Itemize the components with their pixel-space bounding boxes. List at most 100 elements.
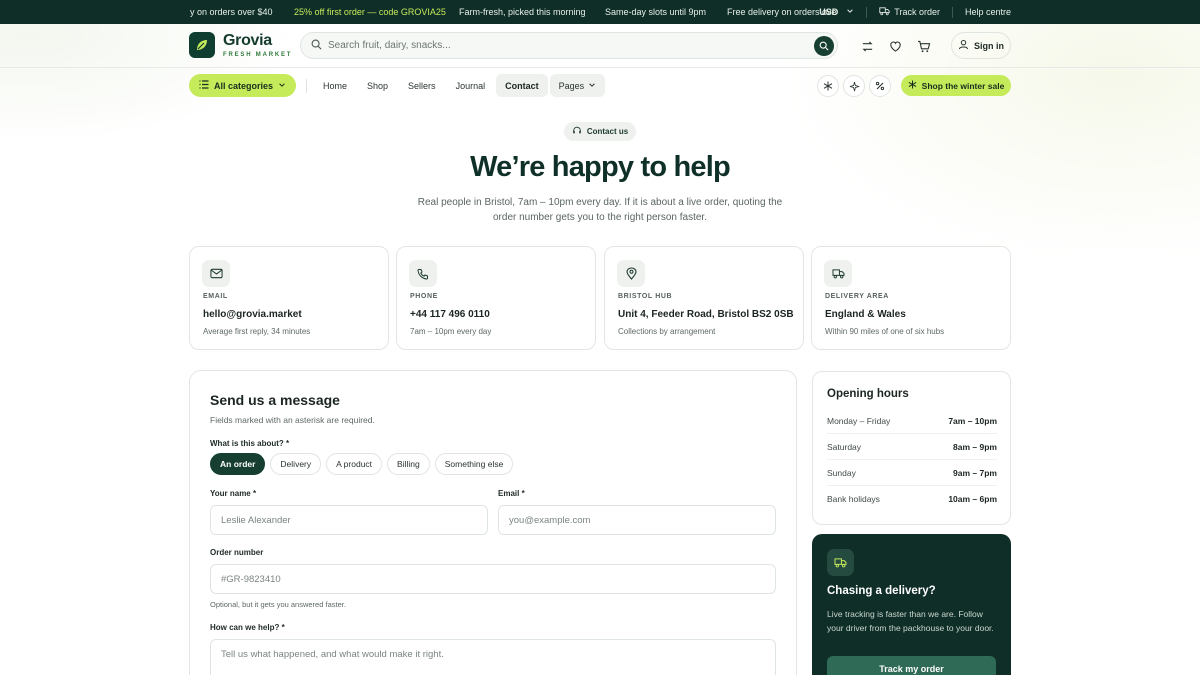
- card-value: England & Wales: [825, 309, 906, 320]
- map-pin-icon: [617, 260, 645, 287]
- track-order-link[interactable]: Track order: [867, 6, 952, 18]
- nav-link-shop[interactable]: Shop: [358, 74, 397, 97]
- menu-icon: [199, 80, 209, 91]
- topic-chip-product[interactable]: A product: [326, 453, 383, 475]
- chevron-down-icon: [278, 81, 286, 91]
- chevron-down-icon: [588, 81, 596, 91]
- name-field: [210, 505, 488, 535]
- promo-farm-fresh: Farm-fresh, picked this morning: [459, 7, 586, 17]
- email-input[interactable]: [509, 514, 775, 526]
- topic-chip-order[interactable]: An order: [210, 453, 266, 475]
- track-order-label: Track order: [894, 7, 940, 17]
- search-bar: [300, 32, 838, 59]
- hours-day: Bank holidays: [827, 494, 880, 504]
- snowflake-icon[interactable]: [817, 75, 839, 97]
- hours-time: 7am – 10pm: [948, 415, 997, 426]
- page-title: We’re happy to help: [470, 151, 731, 183]
- all-categories-label: All categories: [213, 80, 274, 91]
- delivery-help-body: Live tracking is faster than we are. Fol…: [827, 609, 994, 633]
- track-my-order-button[interactable]: Track my order: [827, 656, 996, 675]
- card-note: Collections by arrangement: [618, 327, 716, 336]
- leaf-icon: [189, 32, 215, 58]
- sparkle-icon[interactable]: [843, 75, 865, 97]
- contact-card-delivery-area[interactable]: DELIVERY AREA England & Wales Within 90 …: [811, 246, 1011, 350]
- truck-icon: [824, 260, 852, 287]
- hours-row: Saturday 8am – 9pm: [827, 434, 997, 460]
- card-note: Average first reply, 34 minutes: [203, 327, 311, 336]
- contact-eyebrow-badge: Contact us: [564, 122, 636, 141]
- help-label: How can we help? *: [210, 623, 285, 632]
- card-value: +44 117 496 0110: [410, 309, 490, 320]
- hours-time: 9am – 7pm: [953, 467, 997, 478]
- help-centre-link[interactable]: Help centre: [953, 7, 1011, 17]
- form-title: Send us a message: [210, 392, 340, 408]
- heart-icon[interactable]: [886, 37, 904, 55]
- nav-link-pages-label: Pages: [558, 80, 585, 91]
- help-centre-label: Help centre: [964, 7, 1011, 17]
- currency-selector[interactable]: USD: [807, 7, 866, 17]
- contact-card-phone[interactable]: PHONE +44 117 496 0110 7am – 10pm every …: [396, 246, 596, 350]
- nav-link-home[interactable]: Home: [314, 74, 356, 97]
- topic-chip-delivery[interactable]: Delivery: [270, 453, 322, 475]
- search-input[interactable]: [328, 40, 798, 51]
- hours-time: 10am – 6pm: [948, 494, 997, 504]
- nav-link-sellers[interactable]: Sellers: [399, 74, 445, 97]
- all-categories-button[interactable]: All categories: [189, 74, 296, 97]
- nav-link-journal[interactable]: Journal: [447, 74, 495, 97]
- email-field: [498, 505, 776, 535]
- winter-sale-button[interactable]: Shop the winter sale: [901, 75, 1011, 96]
- page-subtitle: Real people in Bristol, 7am – 10pm every…: [417, 197, 783, 223]
- order-number-input[interactable]: [221, 573, 775, 585]
- opening-hours-card: Opening hours Monday – Friday 7am – 10pm…: [812, 371, 1011, 525]
- hours-row: Sunday 9am – 7pm: [827, 460, 997, 486]
- main-nav: All categories Home Shop Sellers Journal…: [0, 68, 1200, 104]
- announcement-ticker: y on orders over $40 25% off first order…: [0, 0, 836, 24]
- topic-chips: An order Delivery A product Billing Some…: [210, 453, 514, 475]
- topic-chip-other[interactable]: Something else: [434, 453, 514, 475]
- site-header: Grovia FRESH MARKET Sign in: [0, 24, 1200, 68]
- brand-name: Grovia: [223, 31, 272, 49]
- phone-icon: [409, 260, 437, 287]
- hours-day: Saturday: [827, 441, 862, 452]
- order-number-field: [210, 564, 776, 594]
- mail-icon: [202, 260, 230, 287]
- topic-chip-billing[interactable]: Billing: [387, 453, 430, 475]
- name-input[interactable]: [221, 514, 487, 526]
- form-subtitle: Fields marked with an asterisk are requi…: [210, 415, 375, 425]
- contact-card-email[interactable]: EMAIL hello@grovia.market Average first …: [189, 246, 389, 350]
- contact-card-hub[interactable]: BRISTOL HUB Unit 4, Feeder Road, Bristol…: [604, 246, 804, 350]
- hours-time: 8am – 9pm: [953, 441, 997, 452]
- nav-links: Home Shop Sellers Journal Contact Pages: [314, 74, 606, 97]
- order-number-hint: Optional, but it gets you answered faste…: [210, 600, 346, 609]
- card-label: PHONE: [410, 293, 438, 300]
- name-label: Your name *: [210, 489, 257, 498]
- eyebrow-label: Contact us: [586, 127, 629, 136]
- nav-link-contact[interactable]: Contact: [496, 74, 548, 97]
- card-value: hello@grovia.market: [203, 309, 302, 320]
- compare-icon[interactable]: [858, 37, 876, 55]
- hours-row: Monday – Friday 7am – 10pm: [827, 408, 997, 434]
- nav-divider: [306, 79, 307, 93]
- headset-icon: [572, 126, 582, 137]
- help-field: [210, 639, 776, 675]
- brand-logo[interactable]: Grovia FRESH MARKET: [189, 32, 292, 58]
- search-submit-button[interactable]: [814, 36, 834, 56]
- promo-discount-code[interactable]: 25% off first order — code GROVIA25: [294, 7, 446, 17]
- truck-icon: [879, 6, 890, 18]
- card-label: EMAIL: [203, 293, 228, 300]
- currency-label: USD: [819, 7, 839, 17]
- sign-in-button[interactable]: Sign in: [951, 32, 1011, 59]
- cart-icon[interactable]: [915, 37, 933, 55]
- percent-icon[interactable]: [869, 75, 891, 97]
- topbar-utilities: USD Track order Help centre: [807, 0, 1011, 24]
- hours-row: Bank holidays 10am – 6pm: [827, 486, 997, 512]
- user-icon: [958, 39, 969, 52]
- delivery-help-title: Chasing a delivery?: [827, 585, 936, 597]
- topic-label: What is this about? *: [210, 439, 290, 448]
- help-textarea[interactable]: [221, 640, 775, 675]
- nav-link-pages[interactable]: Pages: [549, 74, 606, 97]
- winter-sale-label: Shop the winter sale: [921, 80, 1005, 91]
- card-label: DELIVERY AREA: [825, 293, 889, 300]
- hours-day: Sunday: [827, 467, 856, 478]
- chevron-down-icon: [846, 7, 854, 17]
